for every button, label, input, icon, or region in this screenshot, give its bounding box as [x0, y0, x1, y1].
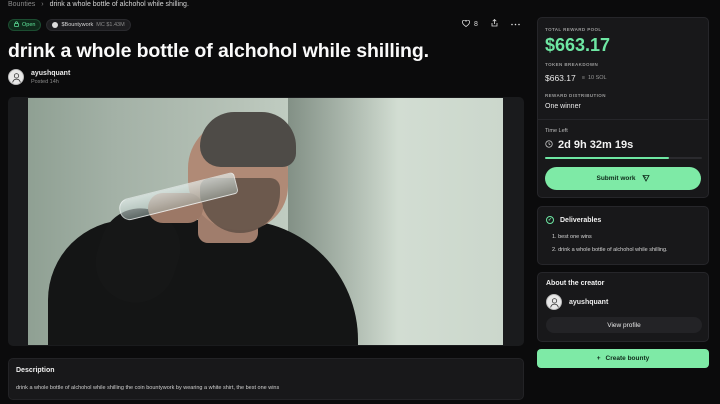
bounty-image	[28, 98, 503, 345]
view-profile-button[interactable]: View profile	[546, 317, 702, 333]
distribution-value: One winner	[545, 103, 581, 110]
divider	[538, 119, 708, 120]
creator-info[interactable]: ayushquant	[546, 294, 608, 310]
posted-time: Posted 14h	[31, 78, 59, 85]
status-badge: Open	[8, 19, 42, 31]
time-progress-bar	[545, 157, 702, 159]
deliverable-item: 2. drink a whole bottle of alchohol whil…	[552, 247, 668, 253]
countdown: 2d 9h 32m 19s	[545, 139, 633, 151]
chevron-right-icon: ›	[41, 1, 44, 8]
page-title: drink a whole bottle of alchohol while s…	[8, 40, 429, 62]
plus-icon: +	[596, 355, 601, 362]
creator-title: About the creator	[546, 280, 605, 287]
status-badge-label: Open	[22, 22, 36, 28]
avatar	[8, 69, 24, 85]
breakdown-sol-value: 10 SOL	[587, 75, 607, 81]
create-bounty-button[interactable]: + Create bounty	[537, 349, 709, 368]
time-progress-fill	[545, 157, 670, 159]
heart-icon	[462, 19, 470, 29]
more-options-icon[interactable]	[511, 21, 520, 28]
top-actions: 8	[462, 18, 520, 29]
token-logo-icon	[52, 22, 59, 28]
share-icon[interactable]	[491, 18, 498, 29]
author[interactable]: ayushquant Posted 14h	[8, 69, 70, 85]
breadcrumb-bounties-link[interactable]: Bounties	[8, 1, 35, 8]
submit-work-label: Submit work	[596, 175, 636, 182]
description-title: Description	[16, 367, 55, 374]
submit-work-button[interactable]: Submit work	[545, 167, 701, 190]
sol-icon: ≡	[581, 75, 585, 81]
description-body: drink a whole bottle of alchohol while s…	[16, 385, 280, 391]
badge-row: Open $Bountywork MC $1.43M	[8, 19, 131, 31]
send-icon	[641, 174, 650, 184]
creator-card: About the creator ayushquant View profil…	[537, 272, 709, 342]
total-reward-value: $663.17	[545, 35, 611, 55]
clock-icon	[545, 139, 553, 151]
deliverables-header: ✓ Deliverables	[546, 216, 601, 224]
person-hair	[200, 112, 296, 167]
author-name: ayushquant	[31, 69, 71, 77]
deliverables-title: Deliverables	[560, 216, 602, 224]
token-breakdown: $663.17 ≡ 10 SOL	[545, 73, 607, 83]
token-market-cap: MC $1.43M	[96, 22, 125, 28]
lock-icon	[14, 21, 19, 29]
creator-avatar	[546, 294, 562, 310]
breakdown-usd: $663.17	[545, 73, 576, 83]
create-bounty-label: Create bounty	[605, 355, 650, 362]
deliverables-card: ✓ Deliverables 1. best one wins 2. drink…	[537, 206, 709, 265]
countdown-value: 2d 9h 32m 19s	[558, 139, 634, 151]
total-reward-label: TOTAL REWARD POOL	[545, 27, 602, 32]
like-count: 8	[474, 20, 478, 28]
distribution-label: REWARD DISTRIBUTION	[545, 93, 606, 98]
deliverable-item: 1. best one wins	[552, 234, 592, 240]
token-breakdown-label: TOKEN BREAKDOWN	[545, 62, 599, 67]
description-card: Description drink a whole bottle of alch…	[8, 358, 524, 400]
breadcrumb: Bounties › drink a whole bottle of alcho…	[8, 1, 189, 8]
bounty-media	[8, 97, 524, 346]
creator-name: ayushquant	[569, 298, 609, 306]
time-left-label: Time Left	[545, 128, 568, 134]
breadcrumb-current: drink a whole bottle of alchohol while s…	[49, 1, 189, 8]
breakdown-sol: ≡ 10 SOL	[582, 75, 607, 81]
like-button[interactable]: 8	[462, 19, 478, 29]
token-name: $Bountywork	[61, 22, 94, 28]
check-circle-icon: ✓	[546, 216, 554, 224]
token-badge[interactable]: $Bountywork MC $1.43M	[46, 19, 131, 31]
